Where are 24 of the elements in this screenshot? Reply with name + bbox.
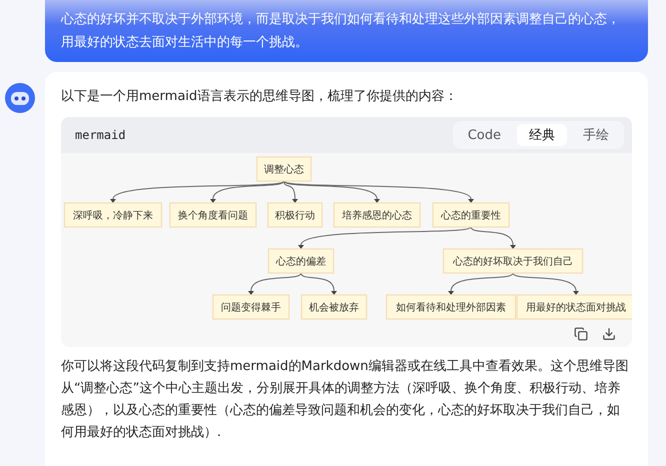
connector-arrow — [448, 272, 514, 295]
mindmap-node: 培养感恩的心态 — [333, 202, 421, 228]
mindmap-node: 调整心态 — [256, 156, 312, 182]
mindmap-node: 心态的好坏取决于我们自己 — [442, 248, 584, 274]
download-icon[interactable] — [602, 327, 616, 341]
mindmap-node: 心态的偏差 — [268, 248, 334, 274]
robot-avatar-icon — [4, 82, 36, 114]
answer-intro: 以下是一个用mermaid语言表示的思维导图，梳理了你提供的内容： — [61, 88, 458, 106]
mindmap-node: 积极行动 — [267, 202, 323, 228]
view-tab[interactable]: Code — [456, 124, 513, 146]
mindmap-node: 换个角度看问题 — [169, 202, 257, 228]
mindmap-node: 深呼吸，冷静下来 — [64, 202, 162, 228]
view-tab[interactable]: 手绘 — [571, 124, 621, 146]
code-language-label: mermaid — [75, 128, 126, 142]
copy-icon[interactable] — [574, 327, 588, 341]
answer-summary: 你可以将这段代码复制到支持mermaid的Markdown编辑器或在线工具中查看效果。这个思维导图从“调整心态”这个中心主题出发，分别展开具体的调整方法（深呼吸、换个角度、积极行动、培养感恩），以及心态的重要性（心态的偏差导致问题和机会的变化，心态的好坏取决于我们自己，如何用最好的状态面对挑战）. — [61, 358, 630, 442]
mindmap-node: 问题变得棘手 — [212, 294, 290, 320]
mindmap-node: 机会被放弃 — [300, 294, 368, 320]
user-message: 心态的好坏并不取决于外部环境，而是取决于我们如何看待和处理这些外部因素调整自己的心态，用最好的状态去面对生活中的每一个挑战。 — [45, 0, 648, 62]
mindmap-node: 心态的重要性 — [432, 202, 510, 228]
connector-arrow — [512, 272, 579, 295]
mindmap-node: 用最好的状态面对挑战 — [516, 294, 632, 320]
mindmap-node: 如何看待和处理外部因素 — [386, 294, 516, 320]
view-tab[interactable]: 经典 — [517, 124, 567, 146]
